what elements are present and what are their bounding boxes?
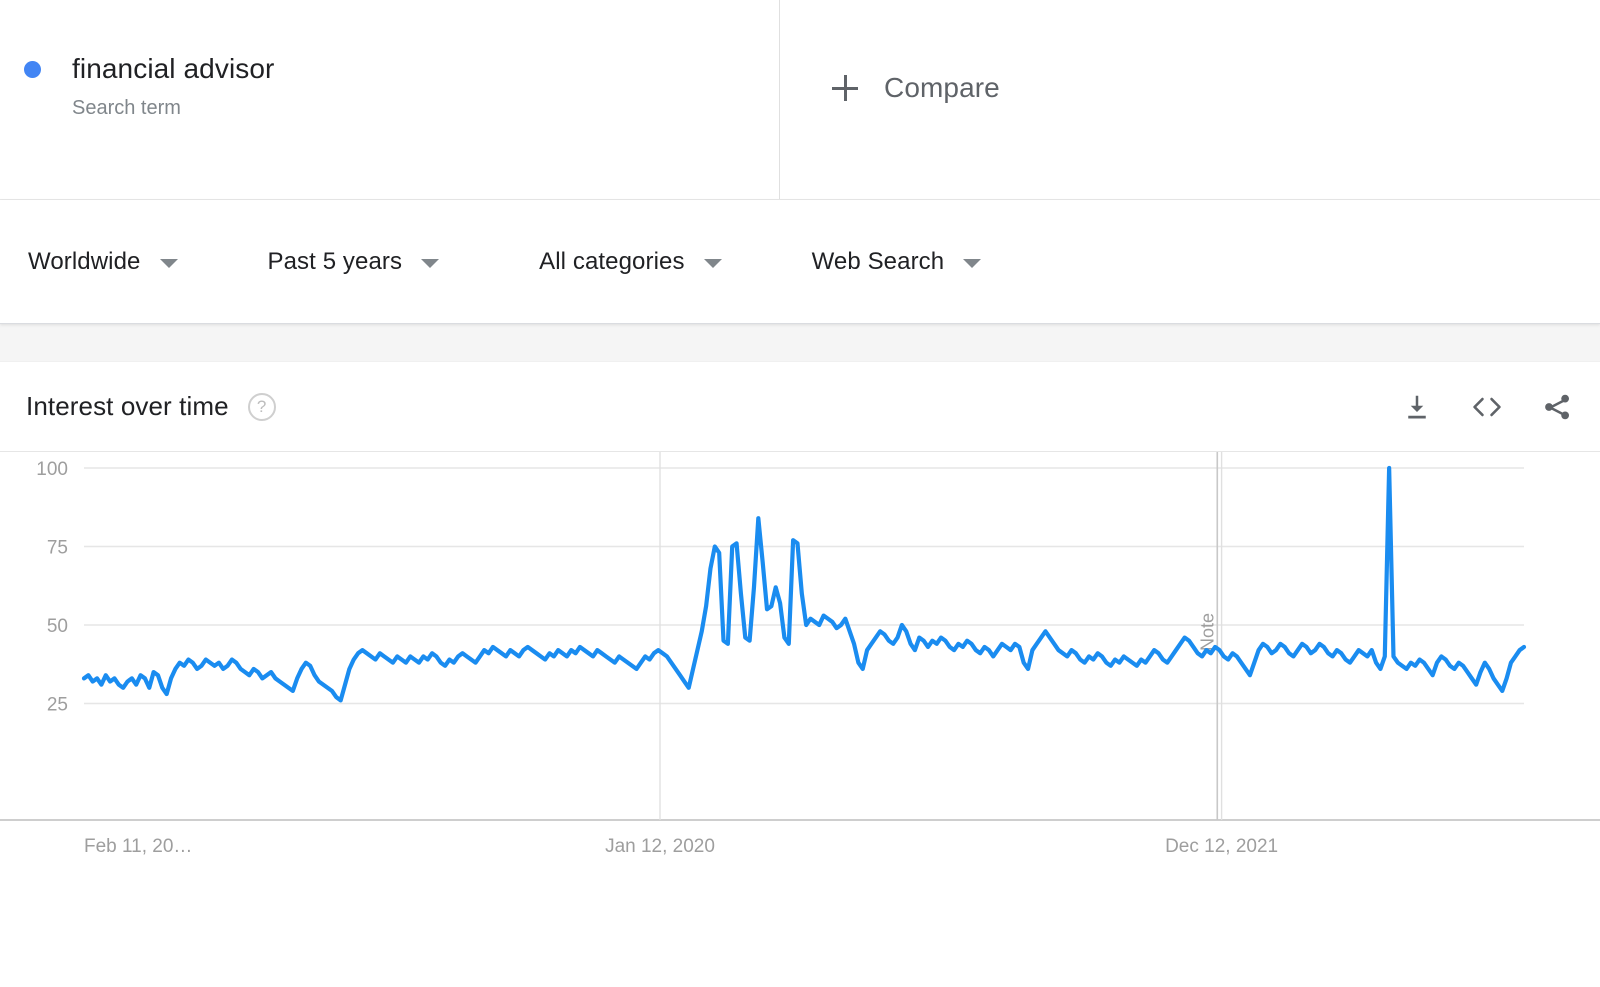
search-term-subtitle: Search term: [72, 97, 181, 119]
filter-category[interactable]: All categories: [539, 247, 722, 276]
filter-category-label: All categories: [539, 247, 685, 275]
help-icon[interactable]: ?: [247, 392, 276, 421]
filter-bar: Worldwide Past 5 years All categories We…: [0, 200, 1600, 324]
section-divider: [0, 324, 1600, 362]
y-axis-tick: 25: [47, 695, 68, 716]
filter-time-range[interactable]: Past 5 years: [268, 248, 440, 276]
embed-code-icon[interactable]: [1470, 392, 1504, 422]
x-axis-tick: Jan 12, 2020: [605, 836, 715, 857]
y-axis-tick: 100: [36, 459, 68, 480]
card-header: Interest over time ?: [0, 362, 1600, 452]
chevron-down-icon: [159, 258, 178, 268]
interest-over-time-chart[interactable]: 100 75 50 25 Feb 11, 20… Jan 12, 2020 Dec 12, …: [0, 452, 1600, 952]
y-axis-tick: 75: [47, 538, 68, 559]
trends-line-plot[interactable]: 100 75 50 25 Feb 11, 20… Jan 12, 2020 Dec 12, …: [0, 452, 1600, 892]
y-axis-tick: 50: [47, 616, 68, 637]
x-axis-tick: Feb 11, 20…: [84, 836, 192, 857]
page-title: Interest over time: [26, 391, 229, 421]
interest-over-time-card: Interest over time ? 100 75 50 25 Feb 11…: [0, 362, 1600, 952]
search-term-bar: financial advisor Search term Compare: [0, 0, 1600, 200]
search-term-title: financial advisor: [72, 53, 275, 84]
card-actions: [1402, 392, 1572, 422]
series-line: [81, 465, 1527, 703]
share-icon[interactable]: [1542, 392, 1572, 422]
compare-label: Compare: [884, 72, 1000, 103]
filter-geo[interactable]: Worldwide: [28, 248, 178, 276]
x-axis-tick: Dec 12, 2021: [1165, 836, 1278, 857]
compare-cell: Compare: [780, 0, 1600, 199]
search-term-cell[interactable]: financial advisor Search term: [0, 0, 780, 199]
chevron-down-icon: [703, 258, 722, 268]
chevron-down-icon: [963, 258, 982, 268]
chevron-down-icon: [421, 258, 440, 268]
download-icon[interactable]: [1402, 392, 1432, 422]
filter-search-type-label: Web Search: [811, 247, 945, 275]
add-compare-button[interactable]: Compare: [832, 72, 1000, 104]
plus-icon: [832, 75, 858, 101]
filter-geo-label: Worldwide: [28, 247, 141, 275]
series-color-dot: [24, 61, 41, 78]
filter-time-range-label: Past 5 years: [267, 247, 403, 275]
filter-search-type[interactable]: Web Search: [812, 248, 982, 276]
